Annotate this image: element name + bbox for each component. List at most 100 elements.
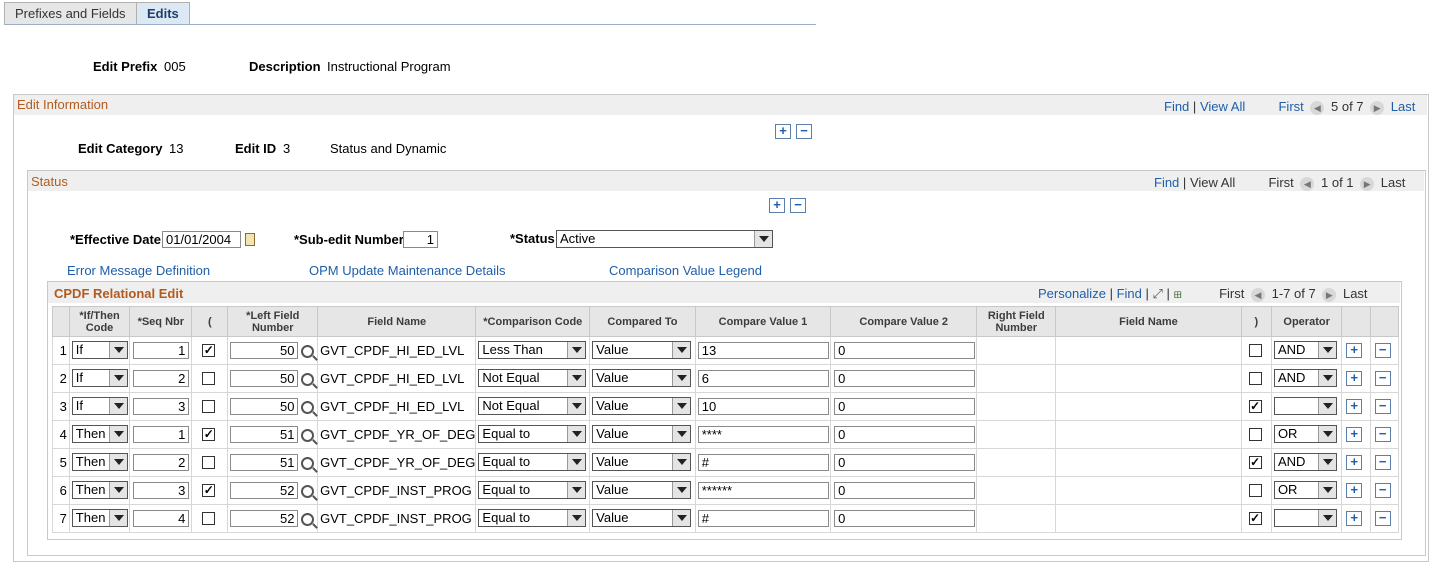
comparison-code-select[interactable]: Not Equal xyxy=(478,369,587,387)
if-then-select[interactable]: If xyxy=(71,397,128,415)
compared-to-select[interactable]: Value xyxy=(592,481,692,499)
seq-nbr-input[interactable] xyxy=(133,454,190,471)
compare-value-2-input[interactable] xyxy=(834,510,976,527)
delete-row-icon[interactable]: − xyxy=(1374,343,1391,358)
open-paren-checkbox-checked[interactable]: ✓ xyxy=(202,344,216,357)
compare-value-2-input[interactable] xyxy=(834,342,976,359)
compare-value-2-input[interactable] xyxy=(834,398,976,415)
grid-find-link[interactable]: Find xyxy=(1117,286,1142,301)
add-row-icon[interactable]: + xyxy=(1346,455,1363,470)
operator-select[interactable] xyxy=(1273,509,1337,527)
next-arrow-icon[interactable]: ▶ xyxy=(1370,100,1385,115)
compared-to-select[interactable]: Value xyxy=(592,453,692,471)
close-paren-checkbox[interactable] xyxy=(1248,372,1262,385)
open-paren-checkbox[interactable] xyxy=(202,512,216,525)
delete-status-row-icon[interactable]: − xyxy=(790,198,806,213)
if-then-select[interactable]: Then xyxy=(71,509,128,527)
subedit-number-input[interactable] xyxy=(403,231,438,248)
column-header-operator[interactable]: Operator xyxy=(1270,306,1343,337)
open-paren-checkbox[interactable] xyxy=(202,372,216,385)
edit-info-last-link[interactable]: Last xyxy=(1391,99,1416,114)
compared-to-select[interactable]: Value xyxy=(592,425,692,443)
delete-row-icon[interactable]: − xyxy=(1374,483,1391,498)
compared-to-select[interactable]: Value xyxy=(592,369,692,387)
seq-nbr-input[interactable] xyxy=(133,370,190,387)
compare-value-1-input[interactable] xyxy=(697,482,829,499)
edit-info-first-link[interactable]: First xyxy=(1278,99,1303,114)
add-row-icon[interactable]: + xyxy=(1346,511,1363,526)
add-edit-row-icon[interactable]: + xyxy=(775,124,791,139)
column-header-right-field-name[interactable]: Field Name xyxy=(1055,306,1242,337)
if-then-select[interactable]: If xyxy=(71,369,128,387)
if-then-select[interactable]: Then xyxy=(71,481,128,499)
column-header-field-name[interactable]: Field Name xyxy=(317,306,477,337)
if-then-select[interactable]: Then xyxy=(71,425,128,443)
compare-value-1-input[interactable] xyxy=(697,398,829,415)
comparison-code-select[interactable]: Equal to xyxy=(478,425,587,443)
effective-date-input[interactable] xyxy=(162,231,241,248)
close-paren-checkbox-checked[interactable]: ✓ xyxy=(1248,512,1262,525)
delete-row-icon[interactable]: − xyxy=(1374,371,1391,386)
left-field-number-input[interactable] xyxy=(230,510,299,527)
add-row-icon[interactable]: + xyxy=(1346,427,1363,442)
add-row-icon[interactable]: + xyxy=(1346,371,1363,386)
close-paren-checkbox[interactable] xyxy=(1248,344,1262,357)
operator-select[interactable]: OR xyxy=(1273,481,1337,499)
compare-value-2-input[interactable] xyxy=(834,482,976,499)
tab-edits[interactable]: Edits xyxy=(136,2,190,25)
column-header-seq-nbr[interactable]: *Seq Nbr xyxy=(129,306,193,337)
tab-prefixes-and-fields[interactable]: Prefixes and Fields xyxy=(4,2,137,24)
seq-nbr-input[interactable] xyxy=(133,482,190,499)
error-message-definition-link[interactable]: Error Message Definition xyxy=(67,263,210,278)
operator-select[interactable] xyxy=(1273,397,1337,415)
seq-nbr-input[interactable] xyxy=(133,398,190,415)
column-header-compare-value-2[interactable]: Compare Value 2 xyxy=(830,306,978,337)
add-status-row-icon[interactable]: + xyxy=(769,198,785,213)
close-paren-checkbox[interactable] xyxy=(1248,428,1262,441)
open-paren-checkbox-checked[interactable]: ✓ xyxy=(202,428,216,441)
edit-info-view-all-link[interactable]: View All xyxy=(1200,99,1245,114)
delete-row-icon[interactable]: − xyxy=(1374,427,1391,442)
column-header-comparison-code[interactable]: *Comparison Code xyxy=(475,306,591,337)
comparison-code-select[interactable]: Equal to xyxy=(478,481,587,499)
left-field-number-input[interactable] xyxy=(230,454,299,471)
open-paren-checkbox-checked[interactable]: ✓ xyxy=(202,484,216,497)
operator-select[interactable]: AND xyxy=(1273,341,1337,359)
compared-to-select[interactable]: Value xyxy=(592,397,692,415)
compared-to-select[interactable]: Value xyxy=(592,509,692,527)
column-header-left-field-number[interactable]: *Left Field Number xyxy=(227,306,319,337)
compare-value-2-input[interactable] xyxy=(834,370,976,387)
compare-value-1-input[interactable] xyxy=(697,342,829,359)
compared-to-select[interactable]: Value xyxy=(592,341,692,359)
comparison-code-select[interactable]: Less Than xyxy=(478,341,587,359)
lookup-icon[interactable] xyxy=(301,457,315,470)
personalize-link[interactable]: Personalize xyxy=(1038,286,1106,301)
left-field-number-input[interactable] xyxy=(230,398,299,415)
comparison-code-select[interactable]: Not Equal xyxy=(478,397,587,415)
zoom-icon[interactable]: ⤢ xyxy=(1153,286,1163,301)
lookup-icon[interactable] xyxy=(301,401,315,414)
status-find-link[interactable]: Find xyxy=(1154,175,1179,190)
compare-value-2-input[interactable] xyxy=(834,454,976,471)
close-paren-checkbox[interactable] xyxy=(1248,484,1262,497)
seq-nbr-input[interactable] xyxy=(133,342,190,359)
lookup-icon[interactable] xyxy=(301,345,315,358)
close-paren-checkbox-checked[interactable]: ✓ xyxy=(1248,400,1262,413)
open-paren-checkbox[interactable] xyxy=(202,456,216,469)
compare-value-1-input[interactable] xyxy=(697,370,829,387)
compare-value-1-input[interactable] xyxy=(697,454,829,471)
column-header-open-paren[interactable]: ( xyxy=(191,306,229,337)
left-field-number-input[interactable] xyxy=(230,426,299,443)
lookup-icon[interactable] xyxy=(301,373,315,386)
operator-select[interactable]: AND xyxy=(1273,369,1337,387)
delete-row-icon[interactable]: − xyxy=(1374,511,1391,526)
delete-edit-row-icon[interactable]: − xyxy=(796,124,812,139)
prev-arrow-icon[interactable]: ◀ xyxy=(1310,100,1325,115)
calendar-icon[interactable] xyxy=(245,233,255,246)
comparison-value-legend-link[interactable]: Comparison Value Legend xyxy=(609,263,762,278)
left-field-number-input[interactable] xyxy=(230,342,299,359)
column-header-right-field-number[interactable]: Right Field Number xyxy=(976,306,1057,337)
status-select[interactable]: Active xyxy=(556,230,773,248)
close-paren-checkbox-checked[interactable]: ✓ xyxy=(1248,456,1262,469)
add-row-icon[interactable]: + xyxy=(1346,483,1363,498)
